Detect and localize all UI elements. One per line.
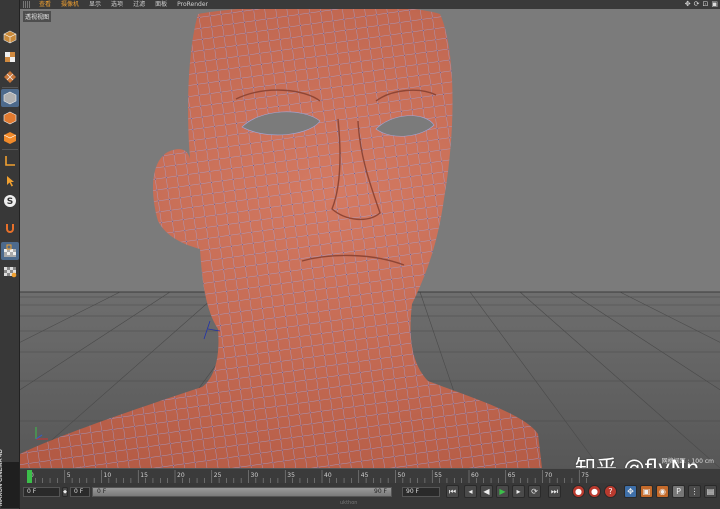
mouse-icon[interactable] [1, 172, 19, 190]
viewport-menu-bar: 查看 摄像机 显示 选项 过滤 面板 ProRender ✥ ⟳ ⊡ ▣ [20, 0, 720, 9]
record-icon[interactable]: ● [572, 485, 585, 498]
move-key-icon[interactable]: ✥ [624, 485, 637, 498]
timeline-tick-label: 65 [508, 472, 516, 479]
magnet-icon[interactable] [1, 219, 19, 237]
timeline-ruler[interactable]: 051015202530354045505560657075 [20, 468, 720, 483]
timeline-ticks: 051015202530354045505560657075 [27, 470, 589, 483]
move-view-icon[interactable]: ✥ [685, 0, 691, 9]
prev-key-icon[interactable]: ◂ [464, 485, 477, 498]
play-icon[interactable]: ▶ [496, 485, 509, 498]
cube-icon[interactable] [1, 28, 19, 46]
zoom-view-icon[interactable]: ⊡ [703, 0, 709, 9]
s-snap-icon[interactable]: S [1, 192, 19, 210]
max-frame-field[interactable]: 90 F [402, 487, 440, 497]
svg-text:S: S [7, 197, 13, 207]
cube-orange-icon[interactable] [1, 129, 19, 147]
pla-key-icon[interactable]: ⋮ [688, 485, 701, 498]
timeline-tick-label: 35 [287, 472, 295, 479]
timeline-tick-label: 45 [361, 472, 369, 479]
cube-icon[interactable] [1, 109, 19, 127]
rotate-key-icon[interactable]: ◉ [656, 485, 669, 498]
menu-camera[interactable]: 摄像机 [56, 0, 84, 9]
perspective-viewport[interactable]: 透视视图 网格间距 : 100 cm [20, 9, 720, 468]
viewport-label: 透视视图 [23, 11, 52, 22]
timeline-tick-label: 15 [140, 472, 148, 479]
timeline-tick-label: 10 [104, 472, 112, 479]
timeline-tick-label: 30 [251, 472, 259, 479]
menu-display[interactable]: 显示 [84, 0, 106, 9]
current-frame-field[interactable]: 0 F [23, 487, 60, 497]
grip-icon [23, 1, 31, 8]
timeline-menu-icon[interactable]: ▤ [704, 485, 717, 498]
go-to-start-icon[interactable]: ⏮ [446, 485, 459, 498]
param-key-icon[interactable]: P [672, 485, 685, 498]
min-frame-field[interactable]: 0 F [70, 487, 90, 497]
timeline-tick-label: 70 [545, 472, 553, 479]
cinema4d-window: S MAXON CINEMA 4D 查看 摄像机 显示 选项 过滤 面板 Pro… [0, 0, 720, 509]
loop-icon[interactable]: ⟳ [528, 485, 541, 498]
go-to-end-icon[interactable]: ⏭ [548, 485, 561, 498]
menu-options[interactable]: 选项 [106, 0, 128, 9]
next-frame-icon[interactable]: ▸ [512, 485, 525, 498]
frame-stepper-icon[interactable]: ◆ [62, 487, 68, 497]
frame-range-slider[interactable]: 0 F 90 F [92, 487, 392, 497]
menu-panel[interactable]: 面板 [150, 0, 172, 9]
timeline-tick-label: 50 [398, 472, 406, 479]
scale-key-icon[interactable]: ▣ [640, 485, 653, 498]
cube-icon[interactable] [1, 89, 19, 107]
lock-grid-icon[interactable] [1, 242, 19, 260]
timeline-tick-label: 75 [581, 472, 589, 479]
checker-cube-icon[interactable] [1, 48, 19, 66]
rotate-view-icon[interactable]: ⟳ [694, 0, 700, 9]
checkerboard-icon[interactable] [1, 68, 19, 86]
grid-icon[interactable] [1, 262, 19, 280]
maxon-logo: MAXON CINEMA 4D [0, 449, 19, 508]
timeline-tick-label: 5 [67, 472, 71, 479]
menu-filter[interactable]: 过滤 [128, 0, 150, 9]
timeline-tick-label: 55 [434, 472, 442, 479]
keyframe-help-icon[interactable]: ? [604, 485, 617, 498]
maximize-view-icon[interactable]: ▣ [711, 0, 718, 9]
playhead[interactable] [27, 470, 32, 483]
timeline-tick-label: 40 [324, 472, 332, 479]
timeline-tick-label: 20 [177, 472, 185, 479]
timeline-tick-label: 25 [214, 472, 222, 479]
timeline-tick-label: 60 [471, 472, 479, 479]
menu-view[interactable]: 查看 [34, 0, 56, 9]
viewport-scene [20, 9, 720, 468]
axis-icon[interactable] [1, 152, 19, 170]
range-end-label: 90 F [374, 488, 387, 495]
footer-text: ukthon [340, 500, 358, 506]
prev-frame-icon[interactable]: ◀ [480, 485, 493, 498]
menu-prorender[interactable]: ProRender [172, 0, 213, 9]
autokey-icon[interactable]: ● [588, 485, 601, 498]
left-toolbar: S MAXON CINEMA 4D [0, 0, 20, 509]
transport-bar: 0 F ◆ 0 F 0 F 90 F 90 F ⏮ ◂ ◀ ▶ ▸ ⟳ ⏭ ● … [20, 483, 720, 509]
range-start-label: 0 F [97, 488, 107, 495]
